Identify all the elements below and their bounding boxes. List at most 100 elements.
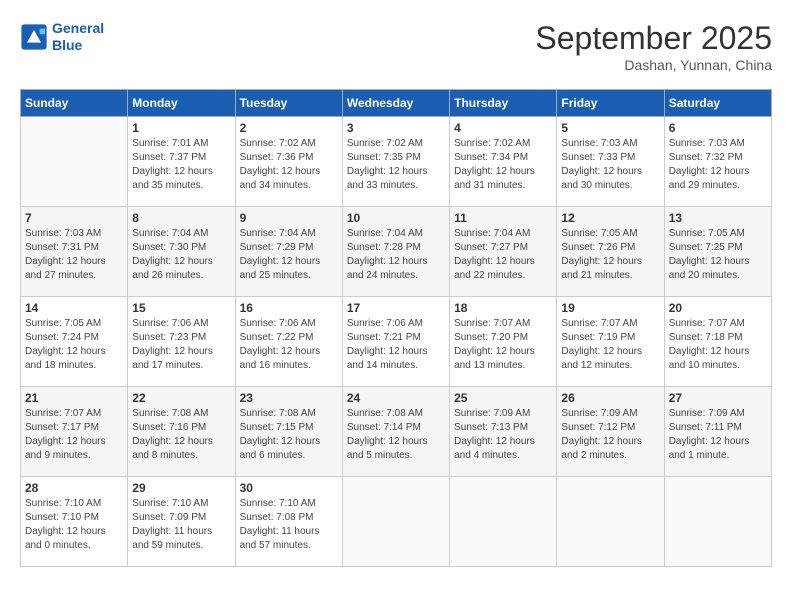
calendar-day-cell: 14 Sunrise: 7:05 AM Sunset: 7:24 PM Dayli… bbox=[21, 297, 128, 387]
calendar-day-cell: 28 Sunrise: 7:10 AM Sunset: 7:10 PM Dayli… bbox=[21, 477, 128, 567]
day-number: 24 bbox=[347, 391, 445, 405]
day-number: 14 bbox=[25, 301, 123, 315]
calendar-day-cell: 21Sunrise: 7:07 AM Sunset: 7:17 PM Dayli… bbox=[21, 387, 128, 477]
location-subtitle: Dashan, Yunnan, China bbox=[535, 57, 772, 73]
day-detail: Sunrise: 7:10 AM Sunset: 7:08 PM Dayligh… bbox=[240, 497, 338, 553]
day-detail: Sunrise: 7:02 AM Sunset: 7:35 PM Dayligh… bbox=[347, 137, 445, 193]
day-detail: Sunrise: 7:04 AM Sunset: 7:28 PM Dayligh… bbox=[347, 227, 445, 283]
header: General Blue September 2025 Dashan, Yunn… bbox=[20, 20, 772, 73]
day-detail: Sunrise: 7:03 AM Sunset: 7:32 PM Dayligh… bbox=[669, 137, 767, 193]
calendar-day-cell: 8 Sunrise: 7:04 AM Sunset: 7:30 PM Daylig… bbox=[128, 207, 235, 297]
calendar-day-cell: 16 Sunrise: 7:06 AM Sunset: 7:22 PM Dayli… bbox=[235, 297, 342, 387]
day-number: 15 bbox=[132, 301, 230, 315]
calendar-day-cell: 10 Sunrise: 7:04 AM Sunset: 7:28 PM Dayli… bbox=[342, 207, 449, 297]
day-number: 3 bbox=[347, 121, 445, 135]
calendar-day-cell: 19 Sunrise: 7:07 AM Sunset: 7:19 PM Dayli… bbox=[557, 297, 664, 387]
day-detail: Sunrise: 7:01 AM Sunset: 7:37 PM Dayligh… bbox=[132, 137, 230, 193]
calendar-day-cell: 18 Sunrise: 7:07 AM Sunset: 7:20 PM Dayli… bbox=[450, 297, 557, 387]
logo: General Blue bbox=[20, 20, 104, 54]
calendar-week-row: 21Sunrise: 7:07 AM Sunset: 7:17 PM Dayli… bbox=[21, 387, 772, 477]
calendar-day-cell: 29Sunrise: 7:10 AM Sunset: 7:09 PM Dayli… bbox=[128, 477, 235, 567]
calendar-day-cell: 23Sunrise: 7:08 AM Sunset: 7:15 PM Dayli… bbox=[235, 387, 342, 477]
day-number: 10 bbox=[347, 211, 445, 225]
day-detail: Sunrise: 7:06 AM Sunset: 7:22 PM Dayligh… bbox=[240, 317, 338, 373]
day-number: 13 bbox=[669, 211, 767, 225]
day-detail: Sunrise: 7:05 AM Sunset: 7:26 PM Dayligh… bbox=[561, 227, 659, 283]
calendar-day-cell: 13 Sunrise: 7:05 AM Sunset: 7:25 PM Dayli… bbox=[664, 207, 771, 297]
day-number: 19 bbox=[561, 301, 659, 315]
col-header-tuesday: Tuesday bbox=[235, 90, 342, 117]
calendar-day-cell: 27Sunrise: 7:09 AM Sunset: 7:11 PM Dayli… bbox=[664, 387, 771, 477]
day-detail: Sunrise: 7:10 AM Sunset: 7:10 PM Dayligh… bbox=[25, 497, 123, 553]
col-header-wednesday: Wednesday bbox=[342, 90, 449, 117]
day-detail: Sunrise: 7:08 AM Sunset: 7:15 PM Dayligh… bbox=[240, 407, 338, 463]
day-detail: Sunrise: 7:09 AM Sunset: 7:13 PM Dayligh… bbox=[454, 407, 552, 463]
day-number: 18 bbox=[454, 301, 552, 315]
day-detail: Sunrise: 7:04 AM Sunset: 7:29 PM Dayligh… bbox=[240, 227, 338, 283]
calendar-day-cell: 11Sunrise: 7:04 AM Sunset: 7:27 PM Dayli… bbox=[450, 207, 557, 297]
day-number: 8 bbox=[132, 211, 230, 225]
day-number: 27 bbox=[669, 391, 767, 405]
calendar-week-row: 7Sunrise: 7:03 AM Sunset: 7:31 PM Daylig… bbox=[21, 207, 772, 297]
col-header-thursday: Thursday bbox=[450, 90, 557, 117]
calendar-day-cell: 1 Sunrise: 7:01 AM Sunset: 7:37 PM Daylig… bbox=[128, 117, 235, 207]
calendar-week-row: 14 Sunrise: 7:05 AM Sunset: 7:24 PM Dayli… bbox=[21, 297, 772, 387]
calendar-day-cell: 24Sunrise: 7:08 AM Sunset: 7:14 PM Dayli… bbox=[342, 387, 449, 477]
col-header-friday: Friday bbox=[557, 90, 664, 117]
calendar-day-cell bbox=[450, 477, 557, 567]
calendar-week-row: 1 Sunrise: 7:01 AM Sunset: 7:37 PM Daylig… bbox=[21, 117, 772, 207]
day-number: 9 bbox=[240, 211, 338, 225]
col-header-monday: Monday bbox=[128, 90, 235, 117]
day-detail: Sunrise: 7:07 AM Sunset: 7:17 PM Dayligh… bbox=[25, 407, 123, 463]
calendar-day-cell bbox=[342, 477, 449, 567]
day-number: 1 bbox=[132, 121, 230, 135]
col-header-saturday: Saturday bbox=[664, 90, 771, 117]
day-number: 20 bbox=[669, 301, 767, 315]
calendar-day-cell: 22Sunrise: 7:08 AM Sunset: 7:16 PM Dayli… bbox=[128, 387, 235, 477]
day-detail: Sunrise: 7:04 AM Sunset: 7:30 PM Dayligh… bbox=[132, 227, 230, 283]
calendar-week-row: 28 Sunrise: 7:10 AM Sunset: 7:10 PM Dayli… bbox=[21, 477, 772, 567]
day-detail: Sunrise: 7:04 AM Sunset: 7:27 PM Dayligh… bbox=[454, 227, 552, 283]
calendar-day-cell: 12 Sunrise: 7:05 AM Sunset: 7:26 PM Dayli… bbox=[557, 207, 664, 297]
day-detail: Sunrise: 7:08 AM Sunset: 7:16 PM Dayligh… bbox=[132, 407, 230, 463]
day-number: 25 bbox=[454, 391, 552, 405]
calendar-header-row: SundayMondayTuesdayWednesdayThursdayFrid… bbox=[21, 90, 772, 117]
day-detail: Sunrise: 7:07 AM Sunset: 7:20 PM Dayligh… bbox=[454, 317, 552, 373]
calendar-day-cell: 6 Sunrise: 7:03 AM Sunset: 7:32 PM Daylig… bbox=[664, 117, 771, 207]
day-number: 12 bbox=[561, 211, 659, 225]
calendar-day-cell: 20Sunrise: 7:07 AM Sunset: 7:18 PM Dayli… bbox=[664, 297, 771, 387]
title-area: September 2025 Dashan, Yunnan, China bbox=[535, 20, 772, 73]
day-number: 4 bbox=[454, 121, 552, 135]
day-detail: Sunrise: 7:05 AM Sunset: 7:25 PM Dayligh… bbox=[669, 227, 767, 283]
calendar-day-cell: 25 Sunrise: 7:09 AM Sunset: 7:13 PM Dayli… bbox=[450, 387, 557, 477]
calendar-day-cell: 4 Sunrise: 7:02 AM Sunset: 7:34 PM Daylig… bbox=[450, 117, 557, 207]
day-number: 5 bbox=[561, 121, 659, 135]
calendar-day-cell: 2Sunrise: 7:02 AM Sunset: 7:36 PM Daylig… bbox=[235, 117, 342, 207]
calendar-day-cell: 7Sunrise: 7:03 AM Sunset: 7:31 PM Daylig… bbox=[21, 207, 128, 297]
day-number: 28 bbox=[25, 481, 123, 495]
day-detail: Sunrise: 7:05 AM Sunset: 7:24 PM Dayligh… bbox=[25, 317, 123, 373]
day-number: 6 bbox=[669, 121, 767, 135]
calendar-day-cell bbox=[21, 117, 128, 207]
day-number: 30 bbox=[240, 481, 338, 495]
calendar-day-cell: 15Sunrise: 7:06 AM Sunset: 7:23 PM Dayli… bbox=[128, 297, 235, 387]
day-number: 17 bbox=[347, 301, 445, 315]
calendar-day-cell: 9 Sunrise: 7:04 AM Sunset: 7:29 PM Daylig… bbox=[235, 207, 342, 297]
calendar-day-cell bbox=[664, 477, 771, 567]
day-detail: Sunrise: 7:06 AM Sunset: 7:21 PM Dayligh… bbox=[347, 317, 445, 373]
day-number: 16 bbox=[240, 301, 338, 315]
calendar-day-cell: 5 Sunrise: 7:03 AM Sunset: 7:33 PM Daylig… bbox=[557, 117, 664, 207]
day-detail: Sunrise: 7:07 AM Sunset: 7:19 PM Dayligh… bbox=[561, 317, 659, 373]
day-detail: Sunrise: 7:02 AM Sunset: 7:36 PM Dayligh… bbox=[240, 137, 338, 193]
day-detail: Sunrise: 7:03 AM Sunset: 7:33 PM Dayligh… bbox=[561, 137, 659, 193]
calendar-day-cell: 30 Sunrise: 7:10 AM Sunset: 7:08 PM Dayli… bbox=[235, 477, 342, 567]
logo-icon bbox=[20, 23, 48, 51]
calendar-day-cell bbox=[557, 477, 664, 567]
calendar-table: SundayMondayTuesdayWednesdayThursdayFrid… bbox=[20, 89, 772, 567]
calendar-day-cell: 3 Sunrise: 7:02 AM Sunset: 7:35 PM Daylig… bbox=[342, 117, 449, 207]
day-detail: Sunrise: 7:02 AM Sunset: 7:34 PM Dayligh… bbox=[454, 137, 552, 193]
calendar-day-cell: 17 Sunrise: 7:06 AM Sunset: 7:21 PM Dayli… bbox=[342, 297, 449, 387]
day-number: 7 bbox=[25, 211, 123, 225]
day-detail: Sunrise: 7:09 AM Sunset: 7:12 PM Dayligh… bbox=[561, 407, 659, 463]
day-detail: Sunrise: 7:10 AM Sunset: 7:09 PM Dayligh… bbox=[132, 497, 230, 553]
